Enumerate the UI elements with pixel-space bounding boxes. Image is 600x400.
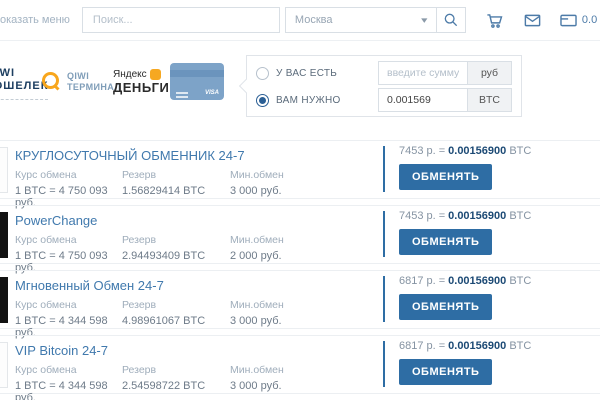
exchanger-list: КРУГЛОСУТОЧНЫЙ ОБМЕННИК 24-7 Курс обмена… — [0, 140, 600, 394]
exchanger-logo — [0, 277, 8, 323]
cart-icon[interactable] — [485, 11, 504, 30]
reserve-label: Резерв — [122, 364, 230, 376]
offer-price: 6817 р.=0.00156900 BTC — [399, 275, 531, 287]
show-menu-button[interactable]: оказать меню — [0, 14, 70, 26]
page: оказать меню Москва ▾ 0.0 QIWI КОШЕЛЕК — [0, 0, 600, 400]
rate-label: Курс обмена — [15, 234, 122, 246]
reserve-label: Резерв — [122, 299, 230, 311]
min-value: 3 000 руб. — [230, 380, 370, 392]
top-bar: оказать меню Москва ▾ 0.0 — [0, 0, 600, 41]
search-icon — [443, 12, 459, 28]
city-select[interactable]: Москва ▾ — [285, 7, 437, 33]
offer-accent-line — [383, 276, 385, 322]
offer-price: 7453 р.=0.00156900 BTC — [399, 145, 531, 157]
city-select-value: Москва — [295, 14, 333, 26]
exchanger-logo — [0, 342, 8, 388]
exchanger-name-link[interactable]: PowerChange — [15, 213, 97, 228]
converter-section: QIWI КОШЕЛЕК QIWI ТЕРМИНАЛ Яндекс ДЕНЬГИ… — [0, 55, 600, 119]
reserve-value: 2.54598722 BTC — [122, 380, 230, 392]
rate-label: Курс обмена — [15, 364, 122, 376]
btc-currency-label: BTC — [467, 89, 511, 111]
reserve-value: 4.98961067 BTC — [122, 315, 230, 327]
qiwi-logo-icon — [40, 71, 62, 93]
you-have-amount-input[interactable] — [379, 62, 467, 84]
you-need-amount-input[interactable] — [379, 89, 467, 111]
exchanger-name-link[interactable]: VIP Bitcoin 24-7 — [15, 343, 108, 358]
you-need-radio[interactable] — [256, 94, 269, 107]
exchange-button[interactable]: ОБМЕНЯТЬ — [399, 164, 492, 190]
reserve-label: Резерв — [122, 234, 230, 246]
exchanger-logo — [0, 212, 8, 258]
wallet-balance[interactable]: 0.0 — [559, 11, 597, 30]
rate-value: 1 BTC = 4 344 598 руб. — [15, 380, 122, 400]
wallet-card-icon — [559, 11, 578, 30]
min-value: 3 000 руб. — [230, 315, 370, 327]
payment-bank-card[interactable]: VISA — [170, 63, 224, 100]
reserve-value: 1.56829414 BTC — [122, 185, 230, 197]
exchanger-row: VIP Bitcoin 24-7 Курс обмена1 BTC = 4 34… — [0, 335, 600, 394]
search-input[interactable] — [82, 7, 280, 33]
min-value: 3 000 руб. — [230, 185, 370, 197]
balance-value: 0.0 — [582, 14, 597, 26]
exchanger-name-link[interactable]: Мгновенный Обмен 24-7 — [15, 278, 164, 293]
exchanger-row: КРУГЛОСУТОЧНЫЙ ОБМЕННИК 24-7 Курс обмена… — [0, 140, 600, 199]
yandex-money-icon — [150, 69, 161, 80]
rub-currency-label: руб — [467, 62, 511, 84]
offer-accent-line — [383, 146, 385, 192]
offer-accent-line — [383, 211, 385, 257]
exchange-button[interactable]: ОБМЕНЯТЬ — [399, 294, 492, 320]
amount-converter-box: У ВАС ЕСТЬ руб ВАМ НУЖНО BTC — [246, 55, 522, 117]
card-number-dashes — [176, 92, 188, 94]
min-value: 2 000 руб. — [230, 250, 370, 262]
chevron-down-icon: ▾ — [421, 15, 427, 26]
exchanger-name-link[interactable]: КРУГЛОСУТОЧНЫЙ ОБМЕННИК 24-7 — [15, 148, 245, 163]
you-have-radio[interactable] — [256, 67, 269, 80]
you-have-row: У ВАС ЕСТЬ руб — [256, 62, 512, 84]
card-stripe — [170, 70, 224, 77]
min-label: Мин.обмен — [230, 234, 370, 246]
exchanger-row: Мгновенный Обмен 24-7 Курс обмена1 BTC =… — [0, 270, 600, 329]
reserve-value: 2.94493409 BTC — [122, 250, 230, 262]
offer-price: 6817 р.=0.00156900 BTC — [399, 340, 531, 352]
pointer-notch — [239, 79, 253, 93]
you-need-row: ВАМ НУЖНО BTC — [256, 89, 512, 111]
rate-label: Курс обмена — [15, 299, 122, 311]
reserve-label: Резерв — [122, 169, 230, 181]
rate-label: Курс обмена — [15, 169, 122, 181]
exchanger-logo — [0, 147, 8, 193]
you-have-label: У ВАС ЕСТЬ — [276, 68, 378, 79]
you-need-label: ВАМ НУЖНО — [276, 95, 378, 106]
mail-icon[interactable] — [523, 11, 542, 30]
min-label: Мин.обмен — [230, 299, 370, 311]
visa-logo: VISA — [205, 90, 219, 96]
min-label: Мин.обмен — [230, 364, 370, 376]
payment-yandex-money[interactable]: Яндекс ДЕНЬГИ — [113, 69, 169, 95]
search-button[interactable] — [436, 7, 466, 33]
exchange-button[interactable]: ОБМЕНЯТЬ — [399, 359, 492, 385]
exchanger-row: PowerChange Курс обмена1 BTC = 4 750 093… — [0, 205, 600, 264]
min-label: Мин.обмен — [230, 169, 370, 181]
offer-accent-line — [383, 341, 385, 387]
payment-qiwi-terminal[interactable]: QIWI ТЕРМИНАЛ — [40, 71, 121, 93]
offer-price: 7453 р.=0.00156900 BTC — [399, 210, 531, 222]
exchange-button[interactable]: ОБМЕНЯТЬ — [399, 229, 492, 255]
